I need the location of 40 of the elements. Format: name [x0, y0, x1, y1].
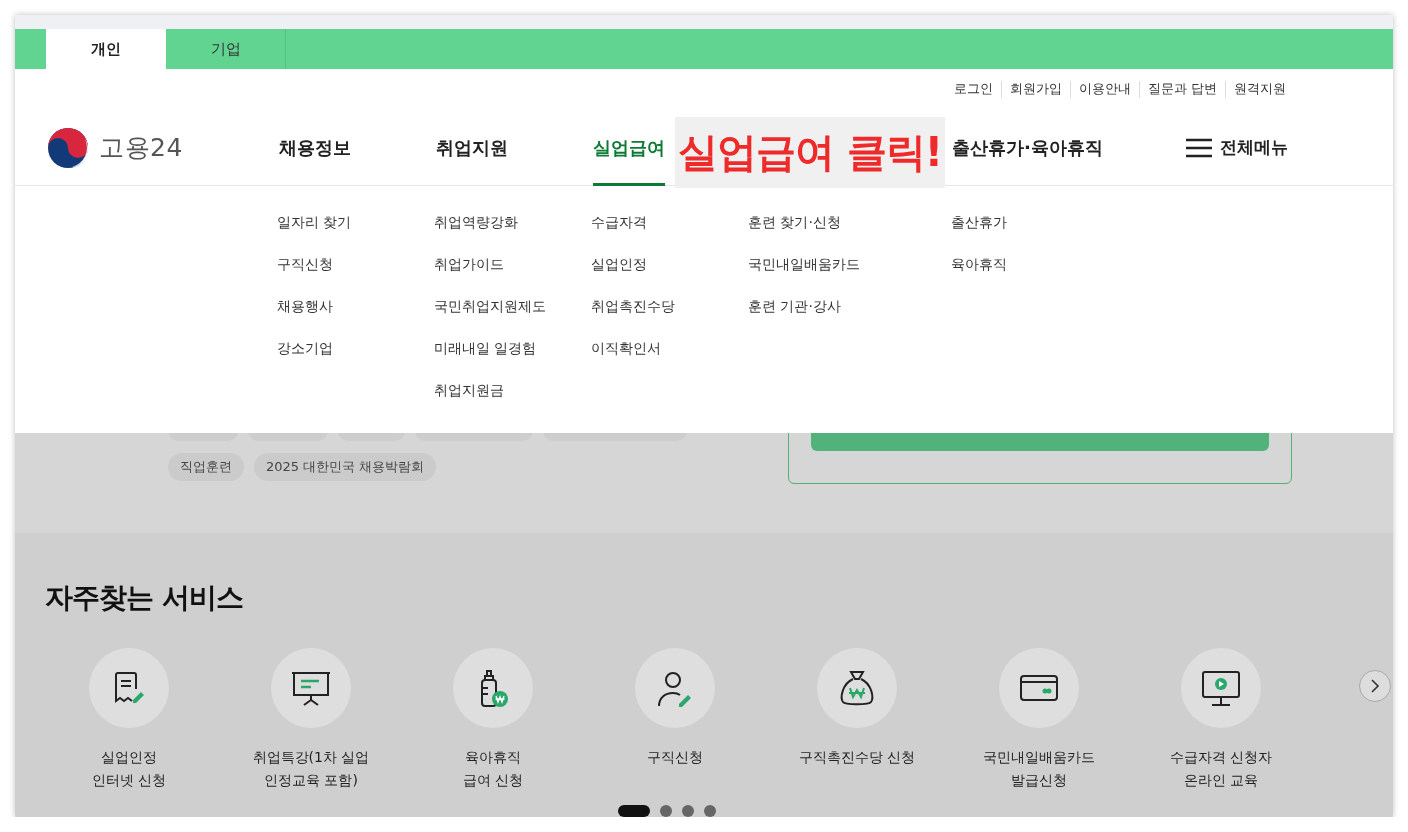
nav-menu-item[interactable]: 취업지원	[436, 110, 508, 186]
nav-menu-item[interactable]: 채용정보	[279, 110, 351, 186]
submenu-link[interactable]: 미래내일 일경험	[434, 338, 591, 359]
service-link[interactable]: 구직신청	[647, 746, 703, 769]
submenu-link[interactable]: 국민취업지원제도	[434, 296, 591, 317]
keyword-tag[interactable]: 2025 대한민국 채용박람회	[254, 453, 437, 481]
nav-menu-item[interactable]: 출산휴가·육아휴직	[952, 110, 1103, 186]
logo-text: 고용24	[99, 132, 183, 164]
submenu-link[interactable]: 수급자격	[591, 212, 748, 233]
submenu-link[interactable]: 채용행사	[277, 296, 434, 317]
submenu-link[interactable]: 취업촉진수당	[591, 296, 748, 317]
submenu-link[interactable]: 훈련 기관·강사	[748, 296, 951, 317]
all-menu-button[interactable]: 전체메뉴	[1180, 110, 1294, 185]
submenu-link[interactable]: 국민내일배움카드	[748, 254, 951, 275]
utility-link[interactable]: 로그인	[946, 81, 1001, 98]
submenu-link[interactable]: 이직확인서	[591, 338, 748, 359]
utility-link[interactable]: 이용안내	[1070, 81, 1139, 98]
keyword-tag[interactable]: 직업훈련	[168, 453, 244, 481]
section-title: 자주찾는 서비스	[45, 580, 243, 616]
submenu-link[interactable]: 일자리 찾기	[277, 212, 434, 233]
submenu-link[interactable]: 취업역량강화	[434, 212, 591, 233]
service-link[interactable]: 국민내일배움카드 발급신청	[983, 746, 1095, 792]
utility-link[interactable]: 회원가입	[1001, 81, 1070, 98]
audience-tab[interactable]: 개인	[46, 29, 166, 69]
submenu-link[interactable]: 취업지원금	[434, 380, 591, 401]
submenu-link[interactable]: 구직신청	[277, 254, 434, 275]
service-link[interactable]: 실업인정 인터넷 신청	[91, 746, 167, 792]
submenu-link[interactable]: 실업인정	[591, 254, 748, 275]
service-link[interactable]: 육아휴직 급여 신청	[462, 746, 524, 792]
submenu-link[interactable]: 육아휴직	[951, 254, 1151, 275]
submenu-link[interactable]: 출산휴가	[951, 212, 1151, 233]
submenu-link[interactable]: 강소기업	[277, 338, 434, 359]
service-link[interactable]: 취업특강(1차 실업 인정교육 포함)	[252, 746, 370, 792]
annotation-text: 실업급여 클릭!	[675, 117, 945, 188]
utility-link[interactable]: 원격지원	[1225, 81, 1294, 98]
service-link[interactable]: 수급자격 신청자 온라인 교육	[1169, 746, 1273, 792]
utility-link[interactable]: 질문과 답변	[1139, 81, 1225, 98]
submenu-link[interactable]: 훈련 찾기·신청	[748, 212, 951, 233]
service-link[interactable]: 구직촉진수당 신청	[798, 746, 916, 769]
submenu-link[interactable]: 취업가이드	[434, 254, 591, 275]
